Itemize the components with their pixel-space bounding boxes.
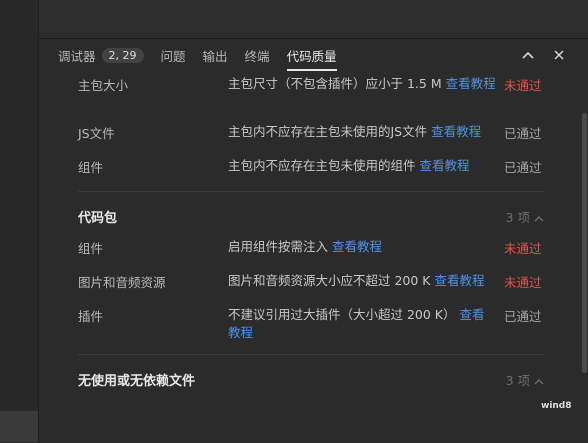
check-description: 主包内不应存在主包未使用的组件 查看教程 <box>228 158 470 173</box>
status-strip <box>0 411 38 442</box>
status-failed: 未通过 <box>504 78 542 93</box>
check-name: 插件 <box>78 309 104 324</box>
check-row: 图片和音频资源 图片和音频资源大小应不超过 200 K 查看教程 未通过 <box>39 272 588 306</box>
tab-debugger-label: 调试器 <box>58 48 96 64</box>
tab-output[interactable]: 输出 <box>203 39 228 71</box>
check-row: 组件 启用组件按需注入 查看教程 未通过 <box>39 238 588 272</box>
check-description: 主包内不应存在主包未使用的JS文件 查看教程 <box>228 124 482 139</box>
chevron-up-icon <box>534 216 544 222</box>
check-row: 主包大小 主包尺寸（不包含插件）应小于 1.5 M 查看教程 未通过 <box>39 75 588 123</box>
check-description: 主包尺寸（不包含插件）应小于 1.5 M 查看教程 <box>228 76 496 91</box>
tab-code-quality[interactable]: 代码质量 <box>286 39 337 71</box>
check-name: 组件 <box>78 160 104 175</box>
check-name: JS文件 <box>78 126 115 141</box>
section-count: 3 项 <box>506 370 544 389</box>
section-title: 代码包 <box>78 211 118 226</box>
check-row: 插件 不建议引用过大插件（大小超过 200 K） 查看教程 已通过 <box>39 306 588 354</box>
section-title: 无使用或无依赖文件 <box>78 374 196 389</box>
vertical-scrollbar[interactable] <box>582 113 587 373</box>
chevron-up-icon <box>522 51 534 59</box>
tab-problems-label: 问题 <box>160 48 186 64</box>
check-row: 组件 主包内不应存在主包未使用的组件 查看教程 已通过 <box>39 157 588 191</box>
status-passed: 已通过 <box>504 160 542 175</box>
editor-area <box>39 0 588 38</box>
check-description: 不建议引用过大插件（大小超过 200 K） 查看教程 <box>228 307 485 340</box>
tab-terminal[interactable]: 终端 <box>245 39 270 71</box>
tab-problems[interactable]: 问题 <box>161 39 186 71</box>
tutorial-link[interactable]: 查看教程 <box>446 76 496 91</box>
tutorial-link[interactable]: 查看教程 <box>332 239 382 254</box>
tab-debugger[interactable]: 调试器 2, 29 <box>58 39 144 71</box>
status-passed: 已通过 <box>504 126 542 141</box>
tab-terminal-label: 终端 <box>244 48 270 64</box>
status-failed: 未通过 <box>504 241 542 256</box>
maximize-panel-button[interactable] <box>518 45 538 65</box>
panel-tab-bar: 调试器 2, 29 问题 输出 终端 代码质量 <box>39 39 588 71</box>
tutorial-link[interactable]: 查看教程 <box>435 273 485 288</box>
check-description: 图片和音频资源大小应不超过 200 K 查看教程 <box>228 273 485 288</box>
check-name: 图片和音频资源 <box>78 275 166 290</box>
tutorial-link[interactable]: 查看教程 <box>431 124 481 139</box>
tutorial-link[interactable]: 查看教程 <box>420 158 470 173</box>
close-icon <box>554 50 564 60</box>
section-code-package-header[interactable]: 代码包 3 项 <box>39 192 588 238</box>
status-failed: 未通过 <box>504 275 542 290</box>
watermark-logo: wind8 <box>541 401 572 411</box>
close-panel-button[interactable] <box>549 45 569 65</box>
left-sidebar-strip <box>0 0 39 442</box>
section-unused-files-header[interactable]: 无使用或无依赖文件 3 项 <box>39 355 588 401</box>
section-count: 3 项 <box>506 207 544 226</box>
bottom-panel: 调试器 2, 29 问题 输出 终端 代码质量 主包 3 项 <box>39 38 588 443</box>
check-name: 组件 <box>78 241 104 256</box>
tab-output-label: 输出 <box>202 48 228 64</box>
status-passed: 已通过 <box>504 309 542 324</box>
check-description: 启用组件按需注入 查看教程 <box>228 239 383 254</box>
check-name: 主包大小 <box>78 78 129 93</box>
debugger-count-badge: 2, 29 <box>101 47 144 63</box>
chevron-up-icon <box>534 379 544 385</box>
check-row: JS文件 主包内不应存在主包未使用的JS文件 查看教程 已通过 <box>39 123 588 157</box>
code-quality-content[interactable]: 主包 3 项 主包大小 主包尺寸（不包含插件）应小于 1.5 M 查看教程 未通… <box>39 71 588 443</box>
tab-code-quality-label: 代码质量 <box>286 48 337 64</box>
